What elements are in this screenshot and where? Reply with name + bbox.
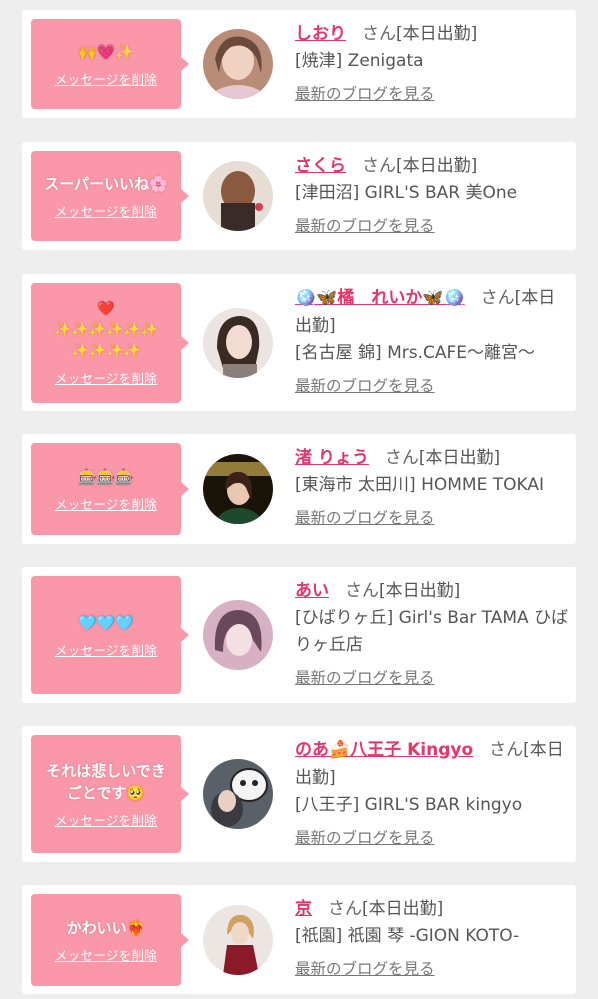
message-card: それは悲しいできごとです🥺 メッセージを削除 のあ🍰八王子 Kingyo さん[本… — [22, 726, 576, 862]
stamp-text: かわいい❤️‍🔥 — [66, 918, 146, 937]
shop-name: [津田沼] GIRL'S BAR 美One — [295, 183, 518, 203]
san-label: さん — [362, 156, 396, 176]
delete-message-link[interactable]: メッセージを削除 — [55, 640, 157, 659]
work-status: [本日出勤] — [379, 581, 461, 601]
latest-blog-link[interactable]: 最新のブログを見る — [295, 958, 570, 980]
message-card: 🩵🩵🩵 メッセージを削除 あい さん[本日出勤] [ひばりヶ丘] Girl's B… — [22, 567, 576, 703]
latest-blog-link[interactable]: 最新のブログを見る — [295, 83, 570, 105]
cast-name-link[interactable]: あい — [295, 581, 329, 601]
message-card: かわいい❤️‍🔥 メッセージを削除 京さん[本日出勤] [祇園] 祇園 琴 -G… — [22, 885, 576, 994]
avatar[interactable] — [203, 905, 273, 975]
avatar[interactable] — [203, 308, 273, 378]
san-label: さん — [489, 740, 524, 760]
san-label: さん — [480, 288, 515, 308]
stamp-bubble: それは悲しいできごとです🥺 メッセージを削除 — [31, 735, 189, 853]
delete-message-link[interactable]: メッセージを削除 — [55, 810, 157, 829]
avatar[interactable] — [203, 29, 273, 99]
shop-name: [焼津] Zenigata — [295, 51, 424, 71]
message-card: 🎰🎰🎰 メッセージを削除 渚 りょう さん[本日出勤] [東海市 太田川] HOM… — [22, 434, 576, 544]
stamp-bubble: ❤️ ✨✨✨✨✨✨ ✨✨✨✨ メッセージを削除 — [31, 283, 189, 403]
cast-name-link[interactable]: 京 — [295, 899, 312, 919]
latest-blog-link[interactable]: 最新のブログを見る — [295, 507, 570, 529]
shop-name: [八王子] GIRL'S BAR kingyo — [295, 795, 523, 815]
latest-blog-link[interactable]: 最新のブログを見る — [295, 215, 570, 237]
shop-name: [名古屋 錦] Mrs.CAFE〜離宮〜 — [295, 343, 536, 363]
san-label: さん — [384, 448, 419, 468]
san-label: さん — [328, 899, 362, 919]
cast-name-link[interactable]: 🪩🦋橘 れいか🦋🪩 — [295, 288, 465, 308]
delete-message-link[interactable]: メッセージを削除 — [55, 494, 157, 513]
stamp-bubble: かわいい❤️‍🔥 メッセージを削除 — [31, 894, 189, 986]
shop-name: [祇園] 祇園 琴 -GION KOTO- — [295, 926, 520, 946]
cast-name-link[interactable]: さくら — [295, 156, 346, 176]
avatar[interactable] — [203, 454, 273, 524]
work-status: [本日出勤] — [418, 448, 501, 468]
avatar[interactable] — [203, 161, 273, 231]
message-list: 🙌💗✨ メッセージを削除 しおり さん[本日出勤] [焼津] Zenigata 最… — [0, 0, 598, 999]
delete-message-link[interactable]: メッセージを削除 — [55, 368, 157, 387]
stamp-text: 🩵🩵🩵 — [77, 613, 135, 632]
stamp-text: ❤️ ✨✨✨✨✨✨ ✨✨✨✨ — [53, 301, 159, 359]
message-card: 🙌💗✨ メッセージを削除 しおり さん[本日出勤] [焼津] Zenigata 最… — [22, 10, 576, 118]
delete-message-link[interactable]: メッセージを削除 — [55, 945, 157, 964]
cast-info: しおり さん[本日出勤] [焼津] Zenigata 最新のブログを見る — [295, 20, 570, 105]
san-label: さん — [362, 24, 396, 44]
cast-info: 渚 りょう さん[本日出勤] [東海市 太田川] HOMME TOKAI 最新のブ… — [295, 444, 570, 529]
stamp-bubble: スーパーいいね🌸 メッセージを削除 — [31, 151, 189, 241]
shop-name: [東海市 太田川] HOMME TOKAI — [295, 475, 544, 495]
stamp-text: 🙌💗✨ — [77, 42, 135, 61]
latest-blog-link[interactable]: 最新のブログを見る — [295, 827, 570, 849]
work-status: [本日出勤] — [396, 24, 478, 44]
stamp-bubble: 🙌💗✨ メッセージを削除 — [31, 19, 189, 109]
delete-message-link[interactable]: メッセージを削除 — [55, 201, 157, 220]
latest-blog-link[interactable]: 最新のブログを見る — [295, 667, 570, 689]
shop-name: [ひばりヶ丘] Girl's Bar TAMA ひばりヶ丘店 — [295, 608, 569, 655]
work-status: [本日出勤] — [396, 156, 478, 176]
work-status: [本日出勤] — [362, 899, 444, 919]
cast-info: 京さん[本日出勤] [祇園] 祇園 琴 -GION KOTO- 最新のブログを見… — [295, 895, 570, 980]
cast-info: あい さん[本日出勤] [ひばりヶ丘] Girl's Bar TAMA ひばりヶ丘… — [295, 577, 570, 689]
cast-name-link[interactable]: 渚 りょう — [295, 448, 369, 468]
latest-blog-link[interactable]: 最新のブログを見る — [295, 375, 570, 397]
cast-info: さくら さん[本日出勤] [津田沼] GIRL'S BAR 美One 最新のブログ… — [295, 152, 570, 237]
stamp-bubble: 🩵🩵🩵 メッセージを削除 — [31, 576, 189, 694]
stamp-text: 🎰🎰🎰 — [77, 467, 135, 486]
stamp-text: スーパーいいね🌸 — [44, 174, 168, 193]
stamp-bubble: 🎰🎰🎰 メッセージを削除 — [31, 443, 189, 535]
cast-info: のあ🍰八王子 Kingyo さん[本日出勤] [八王子] GIRL'S BAR k… — [295, 736, 570, 849]
message-card: スーパーいいね🌸 メッセージを削除 さくら さん[本日出勤] [津田沼] GIRL… — [22, 142, 576, 250]
avatar[interactable] — [203, 759, 273, 829]
cast-info: 🪩🦋橘 れいか🦋🪩 さん[本日出勤] [名古屋 錦] Mrs.CAFE〜離宮〜 最… — [295, 284, 570, 397]
cast-name-link[interactable]: しおり — [295, 24, 346, 44]
cast-name-link[interactable]: のあ🍰八王子 Kingyo — [295, 740, 473, 760]
stamp-text: それは悲しいできごとです🥺 — [46, 761, 166, 802]
san-label: さん — [345, 581, 379, 601]
message-card: ❤️ ✨✨✨✨✨✨ ✨✨✨✨ メッセージを削除 🪩🦋橘 れいか🦋🪩 さん[本日出勤… — [22, 274, 576, 411]
delete-message-link[interactable]: メッセージを削除 — [55, 69, 157, 88]
avatar[interactable] — [203, 600, 273, 670]
